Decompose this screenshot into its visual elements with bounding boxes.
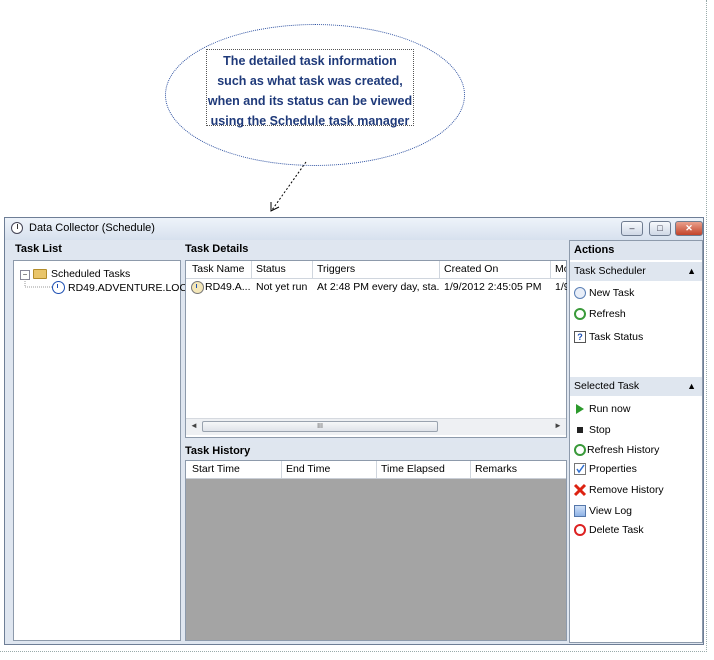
help-icon: ?: [574, 331, 586, 343]
callout-text: The detailed task information such as wh…: [206, 49, 414, 128]
callout-line: The detailed task information: [223, 54, 397, 68]
collapse-icon[interactable]: ▲: [687, 262, 696, 281]
window-title: Data Collector (Schedule): [29, 222, 155, 234]
action-label: New Task: [589, 287, 635, 299]
cell-created-on: 1/9/2012 2:45:05 PM: [444, 281, 542, 293]
folder-clock-icon: [33, 269, 47, 279]
column-header[interactable]: Status: [252, 261, 313, 278]
task-list-header: Task List: [15, 243, 62, 255]
close-button[interactable]: ✕: [675, 221, 703, 236]
new-task-icon: [574, 287, 586, 299]
column-header[interactable]: Remarks: [471, 461, 566, 478]
column-header[interactable]: Start Time: [188, 461, 282, 478]
action-label: Remove History: [589, 484, 664, 496]
action-label: Stop: [589, 424, 611, 436]
page-border-right: [706, 0, 707, 652]
cell-modified: 1/9: [555, 281, 567, 293]
callout-line: when and its status can be viewed: [207, 94, 413, 108]
delete-icon: [574, 524, 586, 536]
task-clock-icon: [191, 281, 204, 294]
column-header[interactable]: Created On: [440, 261, 551, 278]
cell-task-name: RD49.A...: [205, 281, 251, 293]
actions-panel: Actions Task Scheduler ▲ New Task Refres…: [569, 240, 703, 643]
task-details-panel: Task Details Task Name Status Triggers C…: [183, 240, 567, 440]
column-header[interactable]: Task Name: [188, 261, 252, 278]
title-bar[interactable]: Data Collector (Schedule) – □ ✕: [5, 218, 703, 240]
callout-line: using the Schedule task manager: [210, 114, 410, 128]
tree-item-rd49[interactable]: RD49.ADVENTURE.LOCAL: [68, 282, 200, 294]
column-header[interactable]: Triggers: [313, 261, 440, 278]
callout-line: such as what task was created,: [217, 74, 403, 88]
clock-icon: [11, 222, 23, 234]
section-task-scheduler[interactable]: Task Scheduler ▲: [570, 262, 702, 281]
cell-status: Not yet run: [256, 281, 308, 293]
task-list-panel: Task List − Scheduled Tasks RD49.ADVENTU…: [11, 240, 200, 643]
section-title: Task Scheduler: [574, 265, 646, 277]
section-selected-task[interactable]: Selected Task ▲: [570, 377, 702, 396]
action-label: Refresh History: [587, 444, 660, 456]
column-header[interactable]: End Time: [282, 461, 377, 478]
scroll-thumb[interactable]: III: [202, 421, 438, 432]
tree-item-scheduled-tasks[interactable]: Scheduled Tasks: [51, 268, 130, 280]
task-details-table: Task Name Status Triggers Created On Mo …: [185, 260, 567, 438]
action-label: Run now: [589, 403, 631, 415]
task-history-header: Task History: [183, 442, 567, 460]
horizontal-scrollbar[interactable]: ◄ III ►: [186, 418, 566, 435]
table-header-row: Task Name Status Triggers Created On Mo: [186, 261, 566, 279]
data-collector-window: Data Collector (Schedule) – □ ✕ Task Lis…: [4, 217, 704, 645]
log-icon: [574, 505, 586, 517]
task-details-header: Task Details: [185, 243, 249, 255]
maximize-button[interactable]: □: [649, 221, 671, 236]
task-history-panel: Task History Start Time End Time Time El…: [183, 442, 567, 643]
tree-connector: [24, 279, 52, 288]
stop-icon: [577, 427, 583, 433]
column-header[interactable]: Mo: [551, 261, 566, 278]
cell-triggers: At 2:48 PM every day, sta...: [317, 281, 439, 293]
action-label: View Log: [589, 505, 633, 517]
remove-x-icon: [573, 483, 587, 497]
action-label: Refresh: [589, 308, 626, 320]
section-title: Selected Task: [574, 380, 640, 392]
task-tree: − Scheduled Tasks RD49.ADVENTURE.LOCAL: [13, 260, 200, 641]
task-history-table: Start Time End Time Time Elapsed Remarks: [185, 460, 567, 641]
clock-icon: [52, 281, 65, 294]
scroll-right-arrow[interactable]: ►: [554, 421, 562, 430]
table-row[interactable]: RD49.A... Not yet run At 2:48 PM every d…: [186, 279, 567, 295]
collapse-icon[interactable]: ▲: [687, 377, 696, 396]
refresh-icon: [574, 444, 586, 456]
callout-pointer-arrow: [270, 161, 307, 212]
refresh-icon: [574, 308, 586, 320]
action-label: Delete Task: [589, 524, 644, 536]
properties-icon: [574, 463, 586, 475]
page-border-bottom: [0, 651, 707, 652]
column-header[interactable]: Time Elapsed: [377, 461, 471, 478]
actions-header: Actions: [570, 241, 702, 260]
action-label: Task Status: [589, 331, 644, 343]
history-header-row: Start Time End Time Time Elapsed Remarks: [186, 461, 566, 479]
play-icon: [576, 404, 584, 414]
minimize-button[interactable]: –: [621, 221, 643, 236]
action-label: Properties: [589, 463, 637, 475]
scroll-left-arrow[interactable]: ◄: [190, 421, 198, 430]
